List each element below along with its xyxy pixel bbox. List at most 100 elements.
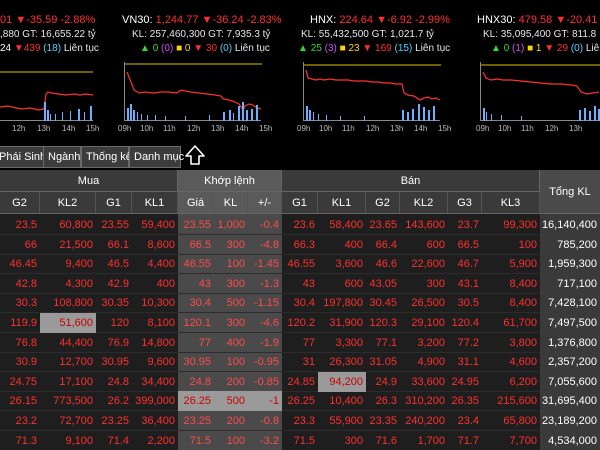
price-cell[interactable]: 71.3: [0, 431, 40, 450]
price-cell[interactable]: 23.55: [96, 215, 132, 235]
price-cell[interactable]: 5,900: [482, 254, 540, 274]
price-cell[interactable]: 100: [214, 254, 248, 274]
index-hnx[interactable]: HNX: 224.64 ▼-6.92 -2.99% KL: 55,432,500…: [297, 0, 468, 148]
price-cell[interactable]: 46.55: [178, 254, 214, 274]
total-volume-cell[interactable]: 7,055,600: [540, 371, 600, 392]
price-cell[interactable]: -1.15: [248, 293, 282, 313]
price-cell[interactable]: 600: [318, 274, 366, 294]
price-cell[interactable]: 600: [400, 235, 448, 255]
price-cell[interactable]: 66.5: [178, 235, 214, 255]
price-cell[interactable]: 310,200: [400, 391, 448, 411]
price-cell[interactable]: 23.3: [282, 411, 318, 431]
column-header-6[interactable]: +/-: [248, 192, 282, 214]
price-cell[interactable]: 26.15: [0, 391, 40, 411]
price-cell[interactable]: 399,000: [132, 391, 178, 411]
price-cell[interactable]: 23.4: [448, 411, 482, 431]
price-cell[interactable]: 66: [0, 235, 40, 255]
price-cell[interactable]: 14,800: [132, 333, 178, 353]
price-cell[interactable]: 42.9: [96, 274, 132, 294]
price-cell[interactable]: -4.8: [248, 235, 282, 255]
table-row[interactable]: 42.8 4,300 42.9 400 43 300 -1.3 43 600 43.05 300 43…: [0, 273, 600, 294]
price-cell[interactable]: 65,800: [482, 411, 540, 431]
price-cell[interactable]: 31.1: [448, 352, 482, 372]
price-cell[interactable]: 77: [282, 333, 318, 353]
column-header-11[interactable]: G3: [448, 192, 482, 214]
price-cell[interactable]: 100: [214, 352, 248, 372]
table-row[interactable]: 23.5 60,800 23.55 59,400 23.55 1,000 -0.4 23.6 5…: [0, 215, 600, 235]
price-cell[interactable]: 23.5: [0, 215, 40, 235]
price-cell[interactable]: 4,600: [482, 352, 540, 372]
column-header-2[interactable]: G1: [96, 192, 132, 214]
price-cell[interactable]: 8,400: [482, 274, 540, 294]
column-header-9[interactable]: G2: [366, 192, 400, 214]
price-cell[interactable]: 8,400: [482, 293, 540, 313]
price-cell[interactable]: 24.8: [178, 372, 214, 392]
price-cell[interactable]: 30.35: [96, 293, 132, 313]
price-cell[interactable]: 66.1: [96, 235, 132, 255]
price-cell[interactable]: 12,700: [40, 352, 96, 372]
price-cell[interactable]: 9,400: [40, 254, 96, 274]
column-header-12[interactable]: KL3: [482, 192, 540, 214]
price-cell[interactable]: 119.9: [0, 313, 40, 333]
table-row[interactable]: 46.45 9,400 46.5 4,400 46.55 100 -1.45 46.55 3,6…: [0, 254, 600, 275]
price-cell[interactable]: 46.6: [366, 254, 400, 274]
price-cell[interactable]: -0.4: [248, 215, 282, 235]
price-cell[interactable]: 120: [96, 313, 132, 333]
price-cell[interactable]: 24.95: [448, 372, 482, 392]
collapse-up-icon[interactable]: [183, 143, 207, 167]
price-cell[interactable]: 400: [318, 235, 366, 255]
column-header-7[interactable]: G1: [282, 192, 318, 214]
price-cell[interactable]: 24.75: [0, 372, 40, 392]
price-cell[interactable]: 77: [178, 333, 214, 353]
price-cell[interactable]: 6,200: [482, 372, 540, 392]
price-cell[interactable]: 72,700: [40, 411, 96, 431]
total-volume-cell[interactable]: 2,357,200: [540, 352, 600, 373]
price-cell[interactable]: 400: [214, 333, 248, 353]
price-cell[interactable]: 61,700: [482, 313, 540, 333]
index-vn30[interactable]: VN30: 1,244.77 ▼-36.24 -2.83% KL: 257,46…: [118, 0, 292, 148]
price-cell[interactable]: -4.6: [248, 313, 282, 333]
price-cell[interactable]: 2,200: [132, 431, 178, 450]
price-cell[interactable]: 33,600: [400, 372, 448, 392]
tab-danh-muc[interactable]: Danh mục: [129, 146, 184, 168]
table-row[interactable]: 71.3 9,100 71.4 2,200 71.5 100 -3.2 71.5 300 71.6…: [0, 430, 600, 450]
price-cell[interactable]: 30.4: [282, 293, 318, 313]
price-cell[interactable]: 200: [214, 372, 248, 392]
price-cell[interactable]: 71.4: [96, 431, 132, 450]
column-header-8[interactable]: KL1: [318, 192, 366, 214]
price-cell[interactable]: 8,100: [132, 313, 178, 333]
table-row[interactable]: 24.75 17,100 24.8 34,400 24.8 200 -0.85 24.85 94…: [0, 371, 600, 392]
price-cell[interactable]: 30.95: [96, 352, 132, 372]
price-cell[interactable]: 3,800: [482, 333, 540, 353]
column-header-1[interactable]: KL2: [40, 192, 96, 214]
price-cell[interactable]: 300: [214, 274, 248, 294]
price-cell[interactable]: -1.9: [248, 333, 282, 353]
total-volume-cell[interactable]: 23,189,200: [540, 411, 600, 431]
price-cell[interactable]: 43.05: [366, 274, 400, 294]
total-volume-cell[interactable]: 1,376,800: [540, 332, 600, 353]
price-cell[interactable]: 300: [400, 274, 448, 294]
total-volume-cell[interactable]: 7,497,500: [540, 313, 600, 333]
table-row[interactable]: 66 21,500 66.1 8,600 66.5 300 -4.8 66.3 400 66.4 6…: [0, 234, 600, 255]
price-cell[interactable]: -1: [248, 391, 282, 412]
price-cell[interactable]: 24.8: [96, 372, 132, 392]
total-volume-cell[interactable]: 31,695,400: [540, 391, 600, 412]
column-header-0[interactable]: G2: [0, 192, 40, 214]
table-row[interactable]: 76.8 44,400 76.9 14,800 77 400 -1.9 77 3,300 77.1…: [0, 332, 600, 353]
price-cell[interactable]: 500: [214, 293, 248, 313]
price-cell[interactable]: 29,100: [400, 313, 448, 333]
price-cell[interactable]: 4,300: [40, 274, 96, 294]
total-volume-cell[interactable]: 785,200: [540, 234, 600, 255]
price-cell[interactable]: 66.4: [366, 235, 400, 255]
price-cell[interactable]: 77.1: [366, 333, 400, 353]
price-cell[interactable]: 17,100: [40, 372, 96, 392]
price-cell[interactable]: 26.25: [282, 391, 318, 411]
price-cell[interactable]: 66.5: [448, 235, 482, 255]
price-cell[interactable]: 51,600: [40, 313, 96, 333]
price-cell[interactable]: 46.5: [96, 254, 132, 274]
price-cell[interactable]: 30.95: [178, 352, 214, 372]
price-cell[interactable]: 10,300: [132, 293, 178, 313]
price-cell[interactable]: -0.8: [248, 411, 282, 431]
index-hnx30[interactable]: HNX30: 479.58 ▼-20.41 KL: 35,095,400 GT:…: [476, 0, 600, 148]
price-cell[interactable]: 99,300: [482, 215, 540, 235]
